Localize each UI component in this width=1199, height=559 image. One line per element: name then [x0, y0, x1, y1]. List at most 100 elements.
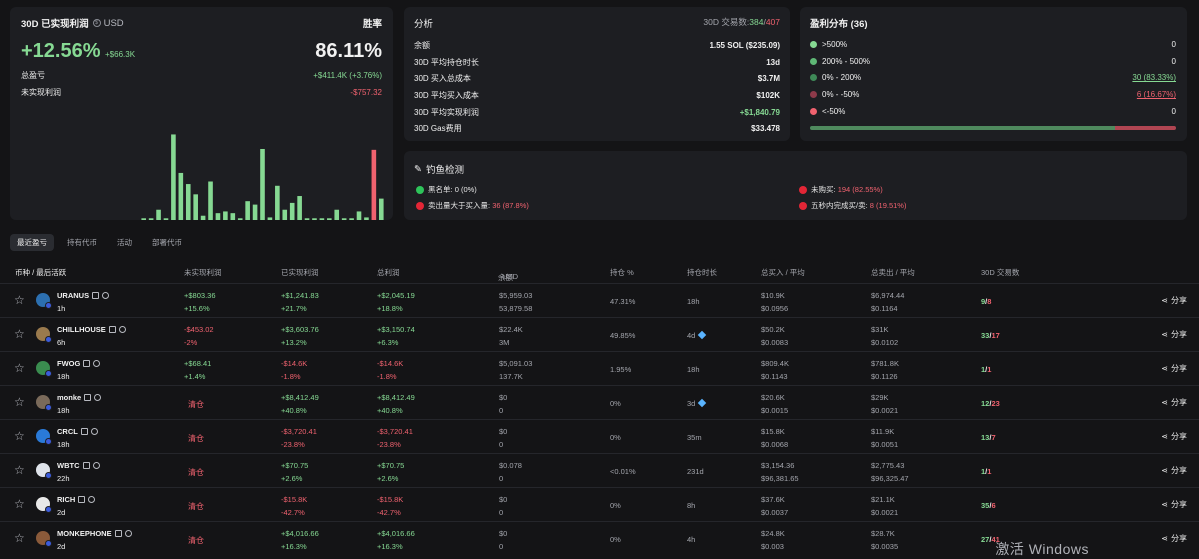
tx-count: 13/7	[981, 433, 996, 442]
copy-icon[interactable]	[84, 394, 92, 401]
range-dot-icon	[810, 74, 817, 82]
pnl-bar	[289, 202, 295, 220]
pnl-bar	[267, 217, 273, 220]
token-avatar	[36, 293, 52, 309]
col-total[interactable]: 总利润	[377, 267, 400, 278]
sold-avg: $0.0035	[871, 542, 899, 551]
share-button[interactable]: ⋖ 分享	[1161, 499, 1187, 510]
share-button[interactable]: ⋖ 分享	[1161, 363, 1187, 374]
share-button[interactable]: ⋖ 分享	[1161, 431, 1187, 442]
share-label: 分享	[1171, 364, 1187, 373]
tx-sell: 7	[991, 433, 996, 442]
star-icon[interactable]: ☆	[14, 294, 25, 306]
table-row[interactable]: ☆ CRCL 18h 清仓 -$3,720.41 -23.8% -$3,720.41 -23.…	[0, 419, 1199, 453]
search-icon[interactable]	[88, 496, 96, 503]
share-button[interactable]: ⋖ 分享	[1161, 295, 1187, 306]
search-icon[interactable]	[118, 326, 126, 333]
distribution-bar-loss	[1114, 126, 1176, 130]
search-icon[interactable]	[102, 292, 110, 299]
hold-duration-text: 4d	[687, 331, 696, 340]
balance-amount: 0	[499, 474, 504, 483]
pnl-bar	[141, 218, 147, 220]
copy-icon[interactable]	[83, 360, 91, 367]
pnl-bar	[356, 211, 362, 220]
token-name[interactable]: CHILLHOUSE	[57, 325, 126, 334]
sold-total: $2,775.43	[871, 461, 905, 470]
share-button[interactable]: ⋖ 分享	[1161, 329, 1187, 340]
star-icon[interactable]: ☆	[14, 362, 25, 374]
table-row[interactable]: ☆ WBTC 22h 清仓 +$70.75 +2.6% +$70.75 +2.6% $0.078…	[0, 453, 1199, 487]
copy-icon[interactable]	[92, 292, 100, 299]
analysis-card: 分析 30D 交易数:384/407 余额 1.55 SOL ($235.09) 3…	[404, 7, 790, 141]
table-row[interactable]: ☆ monke 18h 清仓 +$8,412.49 +40.8% +$8,412.49 +40…	[0, 385, 1199, 419]
table-row[interactable]: ☆ FWOG 18h +$68.41 +1.4% -$14.6K -1.8% -$14.6K -…	[0, 351, 1199, 385]
balance-usd: $0	[499, 495, 508, 504]
diamond-icon	[698, 398, 707, 408]
table-row[interactable]: ☆ RICH 2d 清仓 -$15.8K -42.7% -$15.8K -42.7% $0 0 0%…	[0, 487, 1199, 521]
pnl-title: 30D 已实现利润	[21, 19, 89, 30]
copy-icon[interactable]	[108, 326, 116, 333]
tab-recent-pnl[interactable]: 最近盈亏	[10, 234, 54, 251]
search-icon[interactable]	[93, 360, 101, 367]
copy-icon[interactable]	[80, 428, 88, 435]
token-name[interactable]: URANUS	[57, 291, 110, 300]
star-icon[interactable]: ☆	[14, 430, 25, 442]
share-button[interactable]: ⋖ 分享	[1161, 533, 1187, 544]
currency-toggle[interactable]: $ USD	[92, 18, 124, 29]
bought-avg: $0.0956	[761, 304, 789, 313]
share-button[interactable]: ⋖ 分享	[1161, 465, 1187, 476]
pnl-bar	[178, 172, 184, 220]
share-label: 分享	[1171, 296, 1187, 305]
table-row[interactable]: ☆ CHILLHOUSE 6h -$453.02 -2% +$3,603.76 +13.2%…	[0, 317, 1199, 351]
chain-badge-icon	[45, 336, 52, 343]
star-icon[interactable]: ☆	[14, 328, 25, 340]
trade-count: 30D 交易数:384/407	[703, 16, 780, 28]
search-icon[interactable]	[90, 428, 98, 435]
search-icon[interactable]	[94, 394, 102, 401]
star-icon[interactable]: ☆	[14, 396, 25, 408]
distribution-range-label: 0% - -50%	[822, 90, 860, 100]
tx-count: 1/1	[981, 467, 991, 476]
sold-avg: $0.1126	[871, 372, 898, 381]
pnl-bar	[245, 201, 250, 220]
search-icon[interactable]	[124, 530, 132, 537]
share-icon: ⋖	[1161, 296, 1168, 305]
tab-holdings[interactable]: 持有代币	[60, 234, 104, 251]
pnl-bar	[275, 185, 280, 220]
token-name[interactable]: CRCL	[57, 427, 98, 436]
distribution-range: 0% - -50%	[810, 90, 859, 99]
chain-badge-icon	[45, 540, 52, 547]
table-header: 币种 / 最后活跃 未实现利润 已实现利润 总利润 余额 USD 持仓 % 持仓…	[0, 262, 1199, 282]
chain-badge-icon	[45, 404, 52, 411]
distribution-range-label: 200% - 500%	[822, 56, 871, 66]
share-icon: ⋖	[1161, 500, 1168, 509]
copy-icon[interactable]	[78, 496, 86, 503]
token-name[interactable]: MONKEPHONE	[57, 529, 132, 538]
token-name[interactable]: FWOG	[57, 359, 101, 368]
share-button[interactable]: ⋖ 分享	[1161, 397, 1187, 408]
total-pct: +2.6%	[377, 474, 399, 483]
copy-icon[interactable]	[82, 462, 90, 469]
star-icon[interactable]: ☆	[14, 532, 25, 544]
share-label: 分享	[1171, 534, 1187, 543]
copy-icon[interactable]	[114, 530, 122, 537]
token-name[interactable]: monke	[57, 393, 102, 402]
token-name[interactable]: RICH	[57, 495, 96, 504]
star-icon[interactable]: ☆	[14, 464, 25, 476]
tab-deployed[interactable]: 部署代币	[145, 234, 189, 251]
table-row[interactable]: ☆ URANUS 1h +$803.36 +15.6% +$1,241.83 +21.7% +…	[0, 283, 1199, 317]
pnl-bar	[156, 209, 161, 220]
col-token[interactable]: 币种 / 最后活跃	[15, 267, 66, 278]
star-icon[interactable]: ☆	[14, 498, 25, 510]
token-name[interactable]: WBTC	[57, 461, 100, 470]
analysis-row: 30D 平均实现利润 +$1,840.79	[414, 104, 780, 121]
col-unrealized[interactable]: 未实现利润	[184, 267, 222, 278]
col-balance[interactable]: 余额 USD	[498, 267, 518, 282]
trade-count-sell: 407	[765, 17, 780, 27]
distribution-range-label: 0% - 200%	[822, 73, 862, 83]
col-realized[interactable]: 已实现利润	[281, 267, 319, 278]
share-icon: ⋖	[1161, 364, 1168, 373]
tab-activity[interactable]: 活动	[110, 234, 139, 251]
hold-duration-text: 231d	[687, 467, 704, 476]
search-icon[interactable]	[92, 462, 100, 469]
